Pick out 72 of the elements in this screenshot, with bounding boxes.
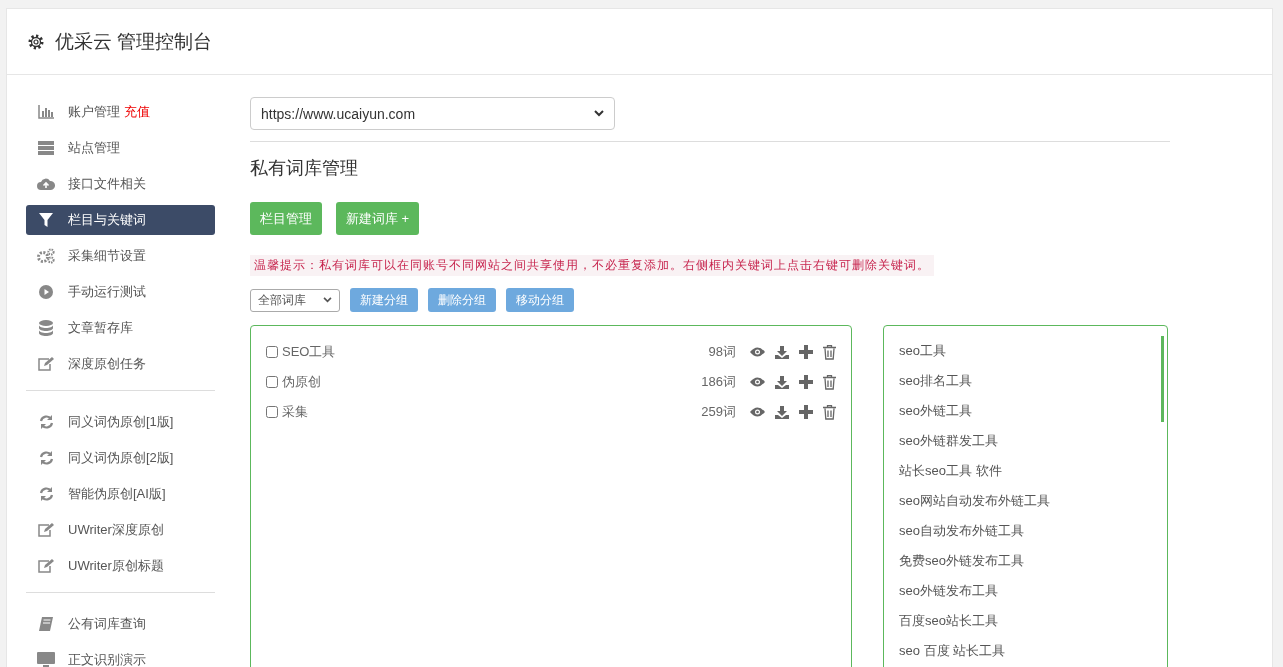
sidebar-item[interactable]: 手动运行测试 [26,277,215,307]
library-name: 采集 [282,403,309,421]
caret-icon [323,297,332,303]
sidebar-item[interactable]: 文章暂存库 [26,313,215,343]
edit-icon [38,523,54,537]
edit-icon [38,357,54,371]
library-select[interactable]: 全部词库 [250,288,340,312]
trash-icon[interactable] [823,404,836,420]
sidebar-item[interactable]: 同义词伪原创[2版] [26,443,215,473]
word-count: 259词 [701,403,736,421]
sidebar-item[interactable]: 同义词伪原创[1版] [26,407,215,437]
refresh-icon [38,487,54,501]
trash-icon[interactable] [823,374,836,390]
library-name: SEO工具 [282,343,337,361]
gears-icon [37,248,55,264]
recharge-link[interactable]: 充值 [124,103,150,121]
play-icon [39,285,53,299]
keyword-item[interactable]: seo外链群发工具 [899,432,998,450]
bar-chart-icon [38,105,54,119]
monitor-icon [37,652,55,667]
plus-icon[interactable] [799,405,813,419]
word-count: 186词 [701,373,736,391]
checkbox[interactable] [266,346,278,358]
keyword-item[interactable]: seo工具 [899,342,946,360]
keyword-item[interactable]: seo外链发布工具 [899,582,998,600]
plus-icon[interactable] [799,345,813,359]
keyword-item[interactable]: seo 百度 站长工具 [899,642,1006,660]
sidebar-item[interactable]: UWriter深度原创 [26,515,215,545]
sidebar-item[interactable]: 正文识别演示 [26,645,215,667]
keyword-item[interactable]: seo排名工具 [899,372,972,390]
tip-text: 温馨提示：私有词库可以在同账号不同网站之间共享使用，不必重复添加。右侧框内关键词上点击右键可删除关键词。 [250,255,934,276]
book-icon [39,617,53,631]
sidebar-item[interactable]: 采集细节设置 [26,241,215,271]
sidebar-item[interactable]: 栏目与关键词 [26,205,215,235]
sidebar-item[interactable]: 智能伪原创[AI版] [26,479,215,509]
library-name: 伪原创 [282,373,322,391]
word-count: 98词 [708,343,736,361]
server-icon [38,141,54,155]
keyword-item[interactable]: 百度seo站长工具 [899,612,998,630]
keyword-item[interactable]: 免费seo外链发布工具 [899,552,1024,570]
download-icon[interactable] [775,405,789,419]
sidebar-item[interactable]: 深度原创任务 [26,349,215,379]
console-title: 优采云 管理控制台 [55,29,213,54]
settings-icon [27,32,45,51]
section-heading: 私有词库管理 [250,157,359,180]
filter-icon [39,213,53,227]
edit-icon [38,559,54,573]
trash-icon[interactable] [823,344,836,360]
sidebar-item[interactable]: 站点管理 [26,133,215,163]
download-icon[interactable] [775,375,789,389]
sidebar-item[interactable]: UWriter原创标题 [26,551,215,581]
sidebar-item[interactable]: 账户管理 充值 [26,97,215,127]
eye-icon[interactable] [750,407,765,417]
checkbox[interactable] [266,376,278,388]
caret-icon [594,110,604,117]
database-icon [39,320,53,336]
cloud-upload-icon [37,177,55,191]
eye-icon[interactable] [750,377,765,387]
checkbox[interactable] [266,406,278,418]
keyword-item[interactable]: 站长seo工具 软件 [899,462,1002,480]
scrollbar-thumb[interactable] [1161,336,1164,422]
sidebar-item[interactable]: 公有词库查询 [26,609,215,639]
download-icon[interactable] [775,345,789,359]
keyword-item[interactable]: seo网站自动发布外链工具 [899,492,1050,510]
refresh-icon [38,415,54,429]
sidebar-item[interactable]: 接口文件相关 [26,169,215,199]
refresh-icon [38,451,54,465]
keyword-item[interactable]: seo外链工具 [899,402,972,420]
keyword-item[interactable]: seo自动发布外链工具 [899,522,1024,540]
plus-icon[interactable] [799,375,813,389]
site-select[interactable]: https://www.ucaiyun.com [250,97,615,130]
eye-icon[interactable] [750,347,765,357]
